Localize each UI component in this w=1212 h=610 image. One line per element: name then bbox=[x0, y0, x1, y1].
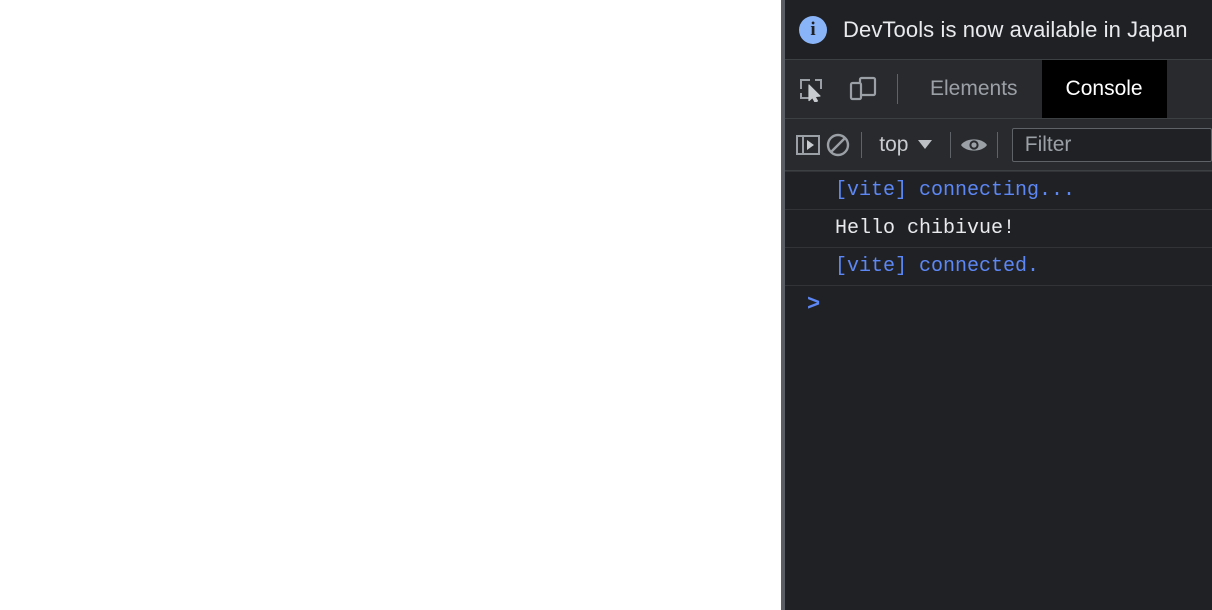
console-context-selector[interactable]: top bbox=[869, 133, 942, 157]
inspect-element-button[interactable] bbox=[785, 60, 837, 118]
tab-elements[interactable]: Elements bbox=[906, 60, 1042, 118]
tab-console-label: Console bbox=[1066, 77, 1143, 101]
devtools-panel: i DevTools is now available in Japan bbox=[785, 0, 1212, 610]
banner-message: DevTools is now available in Japan bbox=[843, 17, 1188, 43]
web-page-viewport[interactable] bbox=[0, 0, 781, 610]
clear-console-button[interactable] bbox=[823, 119, 853, 171]
browser-window: i DevTools is now available in Japan bbox=[0, 0, 1212, 610]
chevron-down-icon bbox=[918, 140, 932, 149]
console-message-text: [vite] connecting... bbox=[835, 179, 1075, 202]
console-sidebar-toggle-button[interactable] bbox=[793, 119, 823, 171]
console-message-text: [vite] connected. bbox=[835, 255, 1039, 278]
prompt-chevron-icon: > bbox=[807, 294, 820, 316]
tabbar-divider bbox=[897, 74, 898, 104]
live-expression-button[interactable] bbox=[959, 119, 989, 171]
info-icon-glyph: i bbox=[810, 20, 815, 39]
console-prompt[interactable]: > bbox=[785, 285, 1212, 323]
tab-elements-label: Elements bbox=[930, 77, 1018, 101]
console-toolbar-divider-2 bbox=[950, 132, 951, 158]
console-message-row[interactable]: [vite] connecting... bbox=[785, 171, 1212, 209]
live-expression-eye-icon bbox=[959, 134, 989, 156]
tab-console[interactable]: Console bbox=[1042, 60, 1167, 118]
clear-console-icon bbox=[825, 132, 851, 158]
device-toolbar-button[interactable] bbox=[837, 60, 889, 118]
info-circle-icon: i bbox=[799, 16, 827, 44]
console-context-label: top bbox=[879, 133, 908, 157]
devtools-tabbar: Elements Console bbox=[785, 60, 1212, 119]
device-toolbar-icon bbox=[849, 76, 877, 102]
console-toolbar: top bbox=[785, 119, 1212, 171]
console-toolbar-divider-1 bbox=[861, 132, 862, 158]
inspect-element-icon bbox=[798, 76, 824, 102]
console-filter-box[interactable] bbox=[1012, 128, 1212, 162]
console-message-text: Hello chibivue! bbox=[835, 217, 1015, 240]
console-message-row[interactable]: Hello chibivue! bbox=[785, 209, 1212, 247]
console-toolbar-divider-3 bbox=[997, 132, 998, 158]
console-message-row[interactable]: [vite] connected. bbox=[785, 247, 1212, 285]
console-filter-input[interactable] bbox=[1023, 132, 1201, 158]
console-sidebar-icon bbox=[795, 133, 821, 157]
console-message-list[interactable]: [vite] connecting... Hello chibivue! [vi… bbox=[785, 171, 1212, 610]
devtools-announcement-banner: i DevTools is now available in Japan bbox=[785, 0, 1212, 60]
